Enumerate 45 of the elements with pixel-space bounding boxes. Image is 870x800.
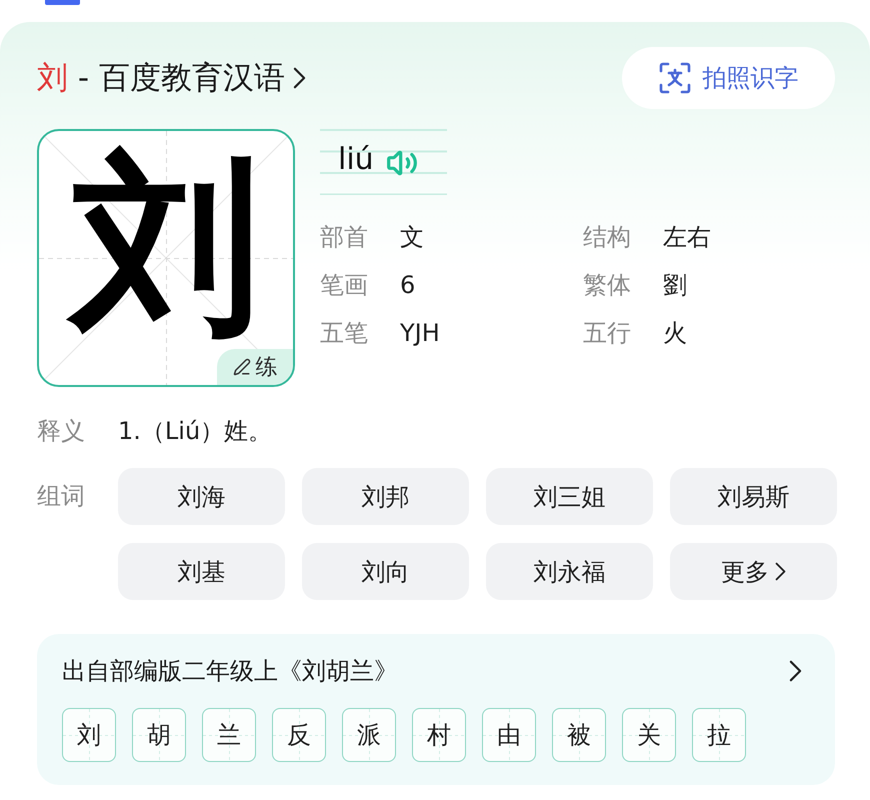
lesson-character[interactable]: 反	[272, 708, 326, 762]
lesson-character[interactable]: 兰	[202, 708, 256, 762]
info-value: YJH	[400, 319, 440, 347]
info-label: 繁体	[583, 270, 632, 301]
lesson-character[interactable]: 由	[482, 708, 536, 762]
info-label: 结构	[583, 222, 632, 253]
pencil-icon	[232, 358, 250, 376]
word-button[interactable]: 刘易斯	[670, 468, 837, 525]
lesson-character[interactable]: 被	[552, 708, 606, 762]
dictionary-title-link[interactable]: 刘 - 百度教育汉语	[37, 57, 306, 99]
info-value: 6	[400, 271, 416, 299]
info-label: 笔画	[320, 270, 369, 301]
scan-text-icon	[658, 62, 690, 94]
lesson-character[interactable]: 关	[622, 708, 676, 762]
lesson-character[interactable]: 胡	[132, 708, 186, 762]
lesson-character[interactable]: 刘	[62, 708, 116, 762]
pinyin-text: liú	[338, 145, 374, 175]
definition-text: 1.（Liú）姓。	[118, 416, 272, 447]
source-title: 出自部编版二年级上《刘胡兰》	[62, 656, 398, 686]
photo-recognition-button[interactable]: 拍照识字	[622, 47, 835, 109]
definition-label: 释义	[37, 416, 86, 447]
info-value: 文	[400, 222, 424, 253]
lesson-character[interactable]: 拉	[692, 708, 746, 762]
info-value: 火	[663, 318, 687, 349]
info-label: 五笔	[320, 318, 369, 349]
info-label: 部首	[320, 222, 369, 253]
info-value: 劉	[663, 270, 687, 301]
lesson-character[interactable]: 村	[412, 708, 466, 762]
info-value: 左右	[663, 222, 711, 253]
word-button[interactable]: 刘向	[302, 543, 469, 600]
word-button[interactable]: 刘三姐	[486, 468, 653, 525]
word-button[interactable]: 刘永福	[486, 543, 653, 600]
tab-indicator	[45, 0, 80, 5]
word-button[interactable]: 刘基	[118, 543, 285, 600]
chevron-right-icon	[775, 562, 786, 581]
lesson-character[interactable]: 派	[342, 708, 396, 762]
chevron-right-icon[interactable]	[789, 660, 802, 682]
info-label: 五行	[583, 318, 632, 349]
more-button[interactable]: 更多	[670, 543, 837, 600]
chevron-right-icon	[292, 67, 306, 89]
large-character: 刘	[61, 141, 271, 346]
practice-button[interactable]: 练	[217, 349, 293, 385]
word-button[interactable]: 刘邦	[302, 468, 469, 525]
words-label: 组词	[37, 481, 86, 512]
word-button[interactable]: 刘海	[118, 468, 285, 525]
